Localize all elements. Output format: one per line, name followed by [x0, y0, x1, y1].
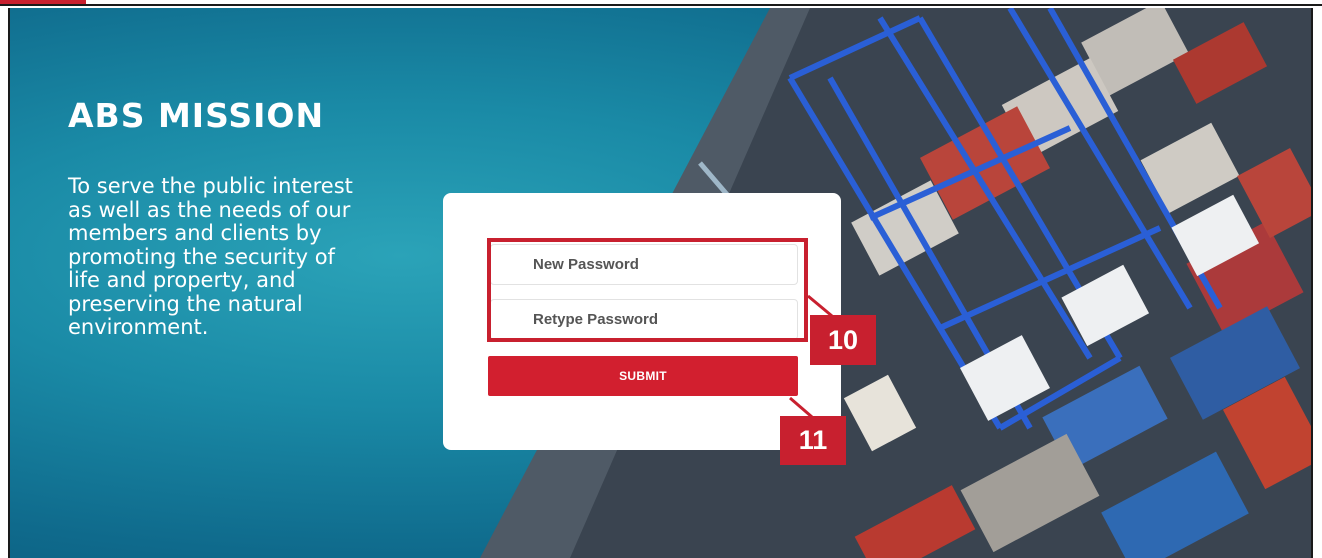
top-rule: [0, 0, 1322, 6]
mission-line: environment.: [68, 315, 209, 339]
callout-badge-11: 11: [780, 416, 846, 465]
mission-line: To serve the public interest: [68, 174, 353, 198]
brand-strip: [0, 0, 86, 4]
mission-line: members and clients by: [68, 221, 322, 245]
submit-button[interactable]: SUBMIT: [488, 356, 798, 396]
mission-line: as well as the needs of our: [68, 197, 351, 222]
mission-statement: To serve the public interest as well as …: [68, 174, 438, 340]
mission-heading: ABS MISSION: [68, 96, 325, 135]
password-fields-highlight: [487, 238, 808, 342]
mission-line: promoting the security of: [68, 244, 335, 269]
mission-line: life and property, and: [68, 268, 296, 292]
mission-line: preserving the natural: [68, 291, 303, 316]
callout-badge-10: 10: [810, 315, 876, 365]
